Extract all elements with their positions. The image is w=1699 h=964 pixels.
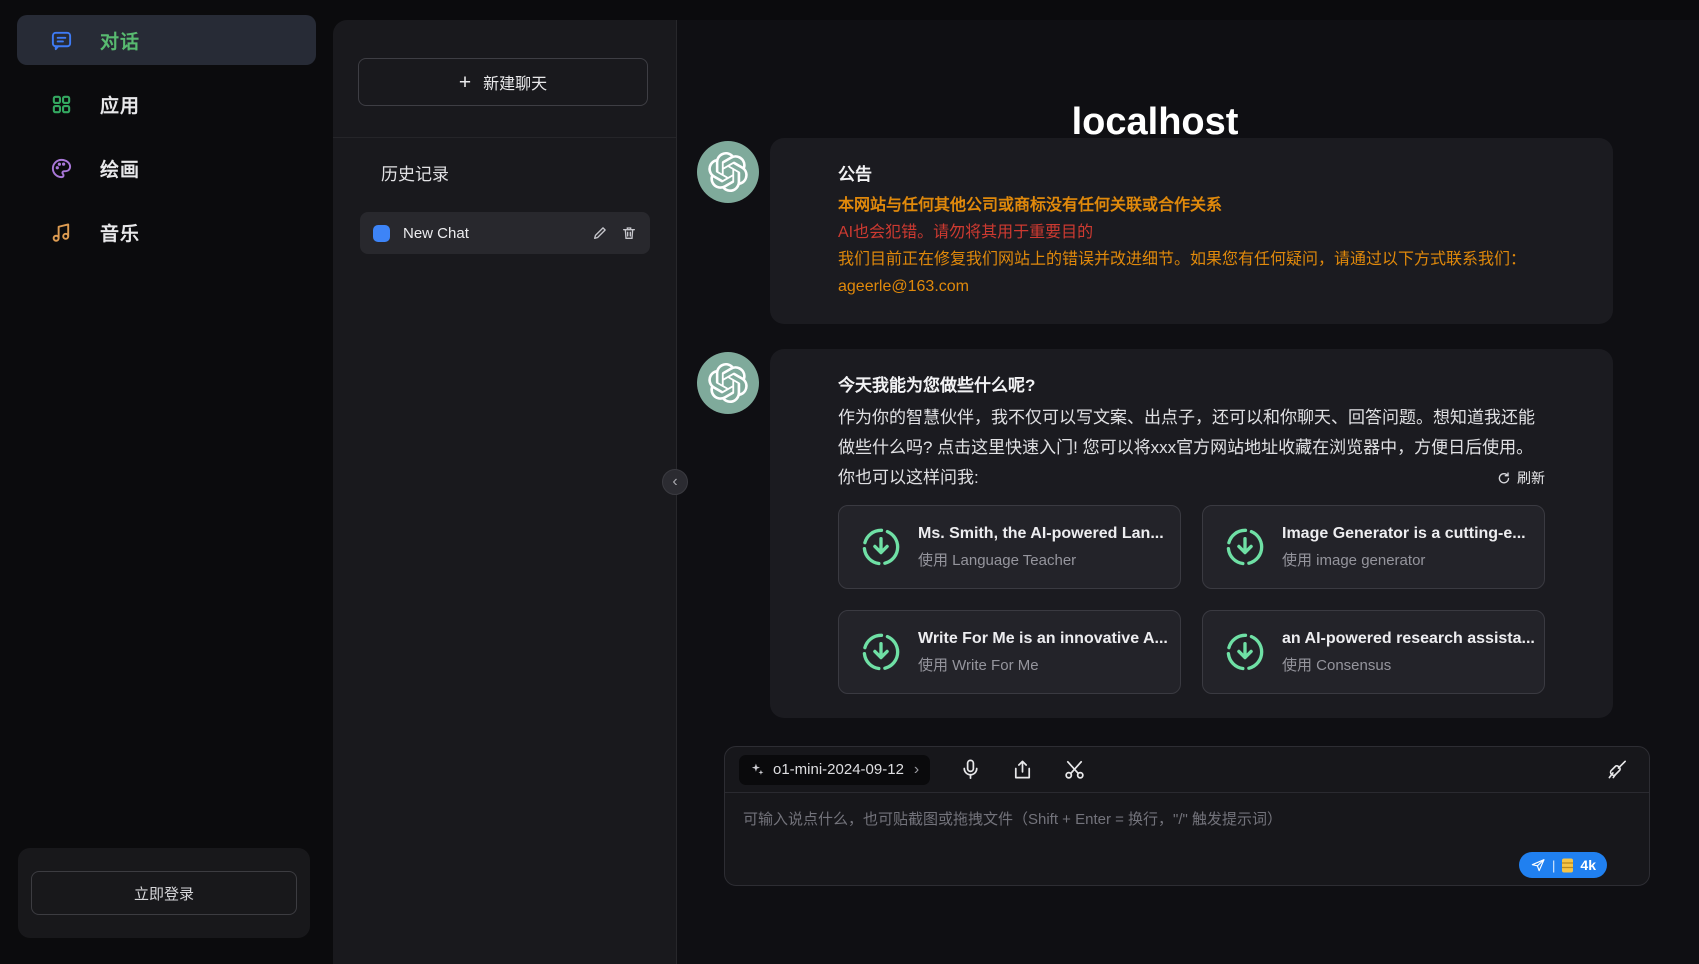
welcome-bubble: 今天我能为您做些什么呢? 作为你的智慧伙伴，我不仅可以写文案、出点子，还可以和你… [770,349,1613,718]
openai-logo-icon [708,152,748,192]
suggestion-title: an AI-powered research assista... [1282,630,1535,648]
sidebar-item-label: 绘画 [100,155,140,182]
announcement-message: 公告 本网站与任何其他公司或商标没有任何关联或合作关系 AI也会犯错。请勿将其用… [697,138,1613,324]
model-name: o1-mini-2024-09-12 [773,761,904,778]
model-selector[interactable]: o1-mini-2024-09-12 › [739,755,930,785]
suggestion-subtitle: 使用 Consensus [1282,654,1535,675]
chat-list-panel: + 新建聊天 历史记录 New Chat ‹ [333,20,677,964]
suggestion-title: Ms. Smith, the AI-powered Lan... [918,525,1164,543]
suggestion-grid: Ms. Smith, the AI-powered Lan... 使用 Lang… [838,505,1545,694]
login-card: 立即登录 [18,848,310,938]
composer-toolbar: o1-mini-2024-09-12 › [725,747,1649,793]
suggestion-card[interactable]: Ms. Smith, the AI-powered Lan... 使用 Lang… [838,505,1181,589]
palette-icon [50,157,73,180]
apps-grid-icon [50,93,73,116]
assistant-avatar [697,141,759,203]
announcement-title: 公告 [838,160,1545,185]
composer-input-zone: | 4k [725,793,1649,886]
badge-separator: | [1552,858,1555,873]
download-circle-icon [861,632,901,672]
clear-context-broom-button[interactable] [1606,758,1629,781]
welcome-title: 今天我能为您做些什么呢? [838,371,1545,396]
sparkles-icon [750,762,765,777]
download-circle-icon [861,527,901,567]
refresh-icon [1496,471,1511,486]
suggestion-card[interactable]: Write For Me is an innovative A... 使用 Wr… [838,610,1181,694]
announcement-line: 本网站与任何其他公司或商标没有任何关联或合作关系 [838,192,1545,219]
delete-icon[interactable] [621,225,637,241]
nav-list: 对话 应用 绘画 音乐 [0,0,333,257]
announcement-line: 我们目前正在修复我们网站上的错误并改进细节。如果您有任何疑问，请通过以下方式联系… [838,246,1545,273]
suggestion-card[interactable]: an AI-powered research assista... 使用 Con… [1202,610,1545,694]
suggestion-subtitle: 使用 Write For Me [918,654,1168,675]
sidebar-item-label: 音乐 [100,219,140,246]
nav-sidebar: 对话 应用 绘画 音乐 立即登录 [0,0,333,964]
message-input[interactable] [725,793,1649,853]
download-circle-icon [1225,527,1265,567]
download-circle-icon [1225,632,1265,672]
ask-hint: 你也可以这样问我: [838,463,979,493]
chevron-left-icon: ‹ [672,474,677,490]
token-count: 4k [1580,857,1596,873]
chevron-right-icon: › [914,761,919,779]
suggestion-card[interactable]: Image Generator is a cutting-e... 使用 ima… [1202,505,1545,589]
login-button[interactable]: 立即登录 [31,871,297,915]
suggestion-subtitle: 使用 image generator [1282,549,1526,570]
contact-email-link[interactable]: ageerle@163.com [838,278,969,295]
chat-item-title: New Chat [403,225,579,242]
collapse-panel-button[interactable]: ‹ [662,469,688,495]
sidebar-item-paint[interactable]: 绘画 [17,143,316,193]
new-chat-label: 新建聊天 [483,70,547,94]
welcome-message: 今天我能为您做些什么呢? 作为你的智慧伙伴，我不仅可以写文案、出点子，还可以和你… [697,349,1613,718]
sidebar-item-chat[interactable]: 对话 [17,15,316,65]
suggestion-subtitle: 使用 Language Teacher [918,549,1164,570]
chat-color-swatch-icon [373,225,390,242]
sidebar-item-music[interactable]: 音乐 [17,207,316,257]
refresh-label: 刷新 [1517,463,1545,493]
announcement-line: AI也会犯错。请勿将其用于重要目的 [838,219,1545,246]
send-token-badge[interactable]: | 4k [1519,852,1607,878]
suggestion-title: Write For Me is an innovative A... [918,630,1168,648]
chat-main-area: localhost 公告 本网站与任何其他公司或商标没有任何关联或合作关系 AI… [677,20,1699,964]
scissors-button[interactable] [1063,758,1086,781]
suggestion-title: Image Generator is a cutting-e... [1282,525,1526,543]
sidebar-item-label: 对话 [100,27,140,54]
announcement-bubble: 公告 本网站与任何其他公司或商标没有任何关联或合作关系 AI也会犯错。请勿将其用… [770,138,1613,324]
sidebar-item-label: 应用 [100,91,140,118]
music-note-icon [50,221,73,244]
send-plane-icon [1530,857,1546,873]
plus-icon: + [459,72,471,93]
chat-bubble-icon [50,29,73,52]
edit-icon[interactable] [592,225,608,241]
history-heading: 历史记录 [381,160,449,185]
welcome-body: 作为你的智慧伙伴，我不仅可以写文案、出点子，还可以和你聊天、回答问题。想知道我还… [838,403,1545,463]
sidebar-item-apps[interactable]: 应用 [17,79,316,129]
upload-button[interactable] [1011,758,1034,781]
assistant-avatar [697,352,759,414]
refresh-button[interactable]: 刷新 [1496,463,1545,493]
chat-list-item[interactable]: New Chat [360,212,650,254]
composer-panel: o1-mini-2024-09-12 › [724,746,1650,886]
new-chat-button[interactable]: + 新建聊天 [358,58,648,106]
app-window: 对话 应用 绘画 音乐 立即登录 [0,0,1699,964]
mic-button[interactable] [959,758,982,781]
divider [333,137,676,138]
openai-logo-icon [708,363,748,403]
coin-icon [1561,858,1574,873]
